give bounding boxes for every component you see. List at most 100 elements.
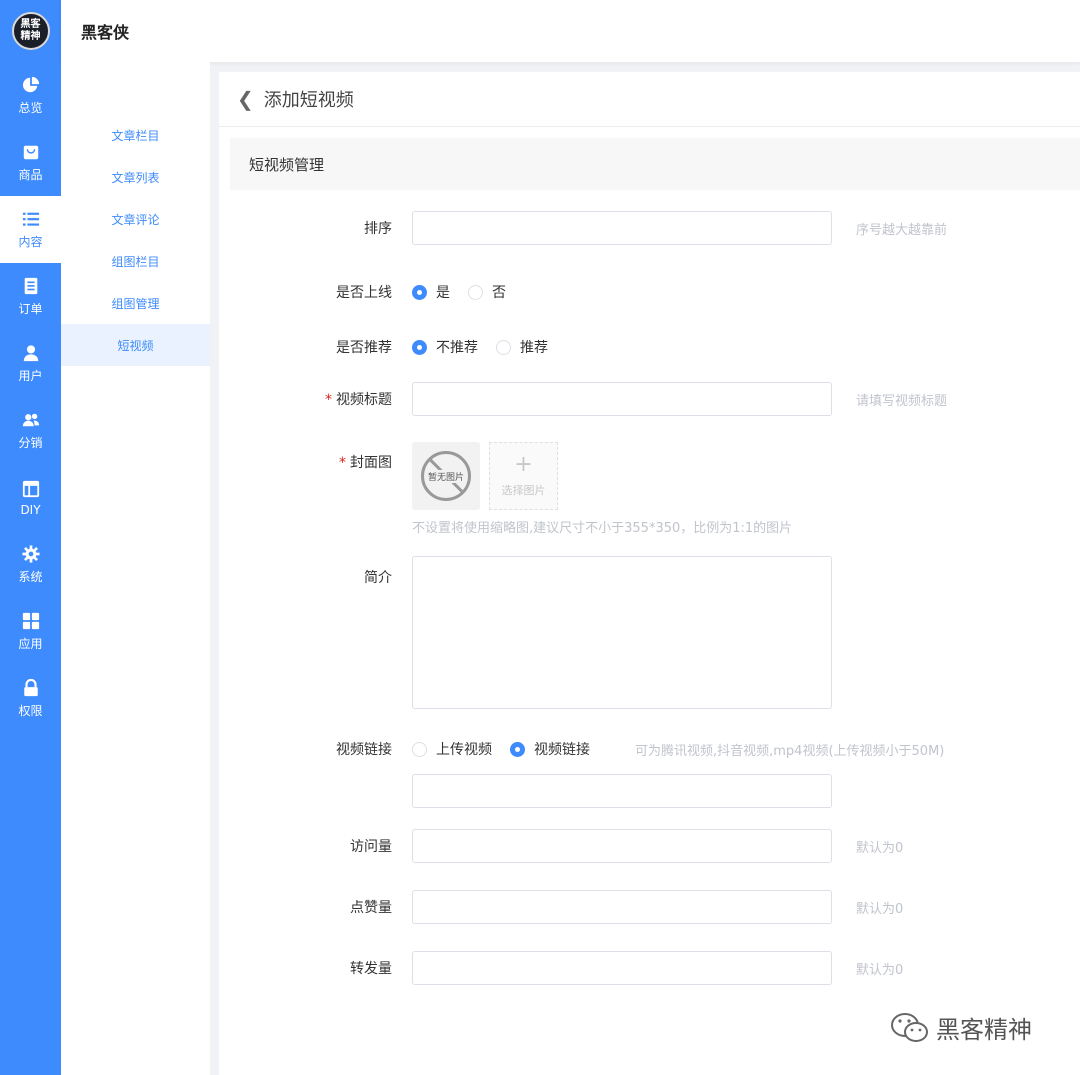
rail-item-system[interactable]: 系统 — [0, 531, 61, 598]
rail-item-overview[interactable]: 总览 — [0, 62, 61, 129]
intro-textarea[interactable] — [412, 556, 832, 709]
video-title-label: * 视频标题 — [325, 389, 392, 409]
page-header: ❮ 添加短视频 — [219, 72, 1080, 127]
subnav-item-article-list[interactable]: 文章列表 — [61, 156, 210, 198]
video-source-radio-group: 上传视频 视频链接 — [412, 739, 608, 759]
rail-item-apps[interactable]: 应用 — [0, 598, 61, 665]
subnav-item-short-video[interactable]: 短视频 — [61, 324, 210, 366]
wechat-icon — [891, 1012, 928, 1042]
radio-label: 不推荐 — [436, 340, 478, 356]
subnav-item-gallery-manage[interactable]: 组图管理 — [61, 282, 210, 324]
rail-label: 内容 — [18, 235, 43, 249]
rail-label: 应用 — [18, 637, 43, 651]
watermark: 黑客精神 — [890, 1010, 1032, 1045]
rail-item-goods[interactable]: 商品 — [0, 129, 61, 196]
likes-hint: 默认为0 — [856, 901, 904, 917]
form-row-title: * 视频标题 请填写视频标题 — [219, 382, 1080, 416]
layout-icon — [21, 479, 41, 499]
form-row-shares: 转发量 默认为0 — [219, 951, 1080, 985]
radio-checked-icon — [412, 284, 427, 300]
brand-name: 黑客侠 — [81, 23, 130, 42]
video-title-input[interactable] — [412, 382, 832, 416]
recommend-radio-yes[interactable]: 推荐 — [496, 337, 548, 357]
subnav-item-article-columns[interactable]: 文章栏目 — [61, 114, 210, 156]
rail-item-content[interactable]: 内容 — [0, 196, 61, 263]
form-row-cover: * 封面图 — [219, 450, 1080, 474]
recommend-radio-group: 不推荐 推荐 — [412, 337, 566, 357]
logo-badge: 黑客 精神 — [11, 12, 50, 50]
required-mark: * — [325, 392, 332, 408]
logo[interactable]: 黑客 精神 — [0, 0, 61, 62]
page-title: 添加短视频 — [263, 90, 354, 111]
cover-label: * 封面图 — [339, 452, 392, 472]
online-radio-yes[interactable]: 是 — [412, 282, 450, 302]
rail-label: DIY — [20, 502, 41, 517]
watermark-text: 黑客精神 — [936, 1016, 1032, 1044]
sort-label: 排序 — [364, 221, 392, 237]
required-mark: * — [339, 455, 346, 471]
rail-item-permissions[interactable]: 权限 — [0, 665, 61, 732]
grid-icon — [21, 611, 41, 631]
rail-label: 商品 — [18, 168, 43, 182]
likes-input[interactable] — [412, 890, 832, 924]
rail-label: 系统 — [18, 570, 43, 584]
main-nav-rail: 黑客 精神 总览 商品 内容 订单 用户 分销 DIY 系统 应用 权限 — [0, 0, 61, 1075]
rail-item-orders[interactable]: 订单 — [0, 263, 61, 330]
video-title-hint: 请填写视频标题 — [856, 393, 948, 409]
cover-label-text: 封面图 — [350, 455, 392, 471]
radio-label: 上传视频 — [436, 742, 492, 758]
no-image-text: 暂无图片 — [426, 469, 465, 483]
shopping-bag-icon — [21, 142, 41, 162]
form-row-online: 是否上线 是 否 — [219, 280, 1080, 304]
no-image-icon: 暂无图片 — [421, 451, 471, 501]
rail-label: 用户 — [18, 369, 43, 383]
video-radio-link[interactable]: 视频链接 — [510, 739, 590, 759]
online-label: 是否上线 — [336, 285, 392, 301]
form-row-recommend: 是否推荐 不推荐 推荐 — [219, 335, 1080, 359]
recommend-radio-no[interactable]: 不推荐 — [412, 337, 478, 357]
form-row-sort: 排序 序号越大越靠前 — [219, 211, 1080, 245]
select-image-button[interactable]: + 选择图片 — [489, 442, 558, 510]
form-row-video: 视频链接 上传视频 视频链接 可为腾讯视频,抖音视频,mp4视频(上传视频小于5… — [219, 737, 1080, 761]
user-icon — [21, 343, 41, 363]
subnav-item-gallery-columns[interactable]: 组图栏目 — [61, 240, 210, 282]
plus-icon: + — [514, 452, 533, 477]
cover-thumbnail: 暂无图片 — [412, 442, 480, 510]
main-panel: ❮ 添加短视频 短视频管理 排序 序号越大越靠前 是否上线 是 否 是否推荐 不… — [219, 72, 1080, 1075]
select-image-label: 选择图片 — [501, 484, 546, 497]
shares-label: 转发量 — [350, 961, 392, 977]
shares-hint: 默认为0 — [856, 962, 904, 978]
shares-input[interactable] — [412, 951, 832, 985]
list-icon — [21, 209, 41, 229]
visits-input[interactable] — [412, 829, 832, 863]
rail-item-users[interactable]: 用户 — [0, 330, 61, 397]
section-title: 短视频管理 — [230, 138, 1080, 190]
top-header: 黑客侠 — [61, 0, 1080, 62]
form-row-likes: 点赞量 默认为0 — [219, 890, 1080, 924]
radio-checked-icon — [510, 741, 525, 757]
rail-item-distribution[interactable]: 分销 — [0, 397, 61, 464]
rail-label: 分销 — [18, 436, 43, 450]
cover-tip: 不设置将使用缩略图,建议尺寸不小于355*350，比例为1:1的图片 — [412, 521, 793, 536]
radio-label: 视频链接 — [534, 742, 590, 758]
subnav-item-article-comments[interactable]: 文章评论 — [61, 198, 210, 240]
video-link-input[interactable] — [412, 774, 832, 808]
video-radio-upload[interactable]: 上传视频 — [412, 739, 492, 759]
online-radio-no[interactable]: 否 — [468, 282, 506, 302]
online-radio-group: 是 否 — [412, 282, 524, 302]
video-link-hint: 可为腾讯视频,抖音视频,mp4视频(上传视频小于50M) — [635, 743, 945, 759]
radio-unchecked-icon — [496, 339, 511, 355]
back-chevron-icon[interactable]: ❮ — [237, 87, 254, 111]
radio-label: 是 — [436, 285, 450, 301]
rail-label: 订单 — [18, 302, 43, 316]
radio-label: 推荐 — [520, 340, 548, 356]
video-title-label-text: 视频标题 — [336, 392, 392, 408]
video-link-label: 视频链接 — [336, 742, 392, 758]
pie-chart-icon — [21, 75, 41, 95]
logo-line-1: 黑客 — [20, 19, 41, 30]
radio-unchecked-icon — [468, 284, 483, 300]
visits-hint: 默认为0 — [856, 840, 904, 856]
sort-input[interactable] — [412, 211, 832, 245]
rail-item-diy[interactable]: DIY — [0, 464, 61, 531]
radio-checked-icon — [412, 339, 427, 355]
